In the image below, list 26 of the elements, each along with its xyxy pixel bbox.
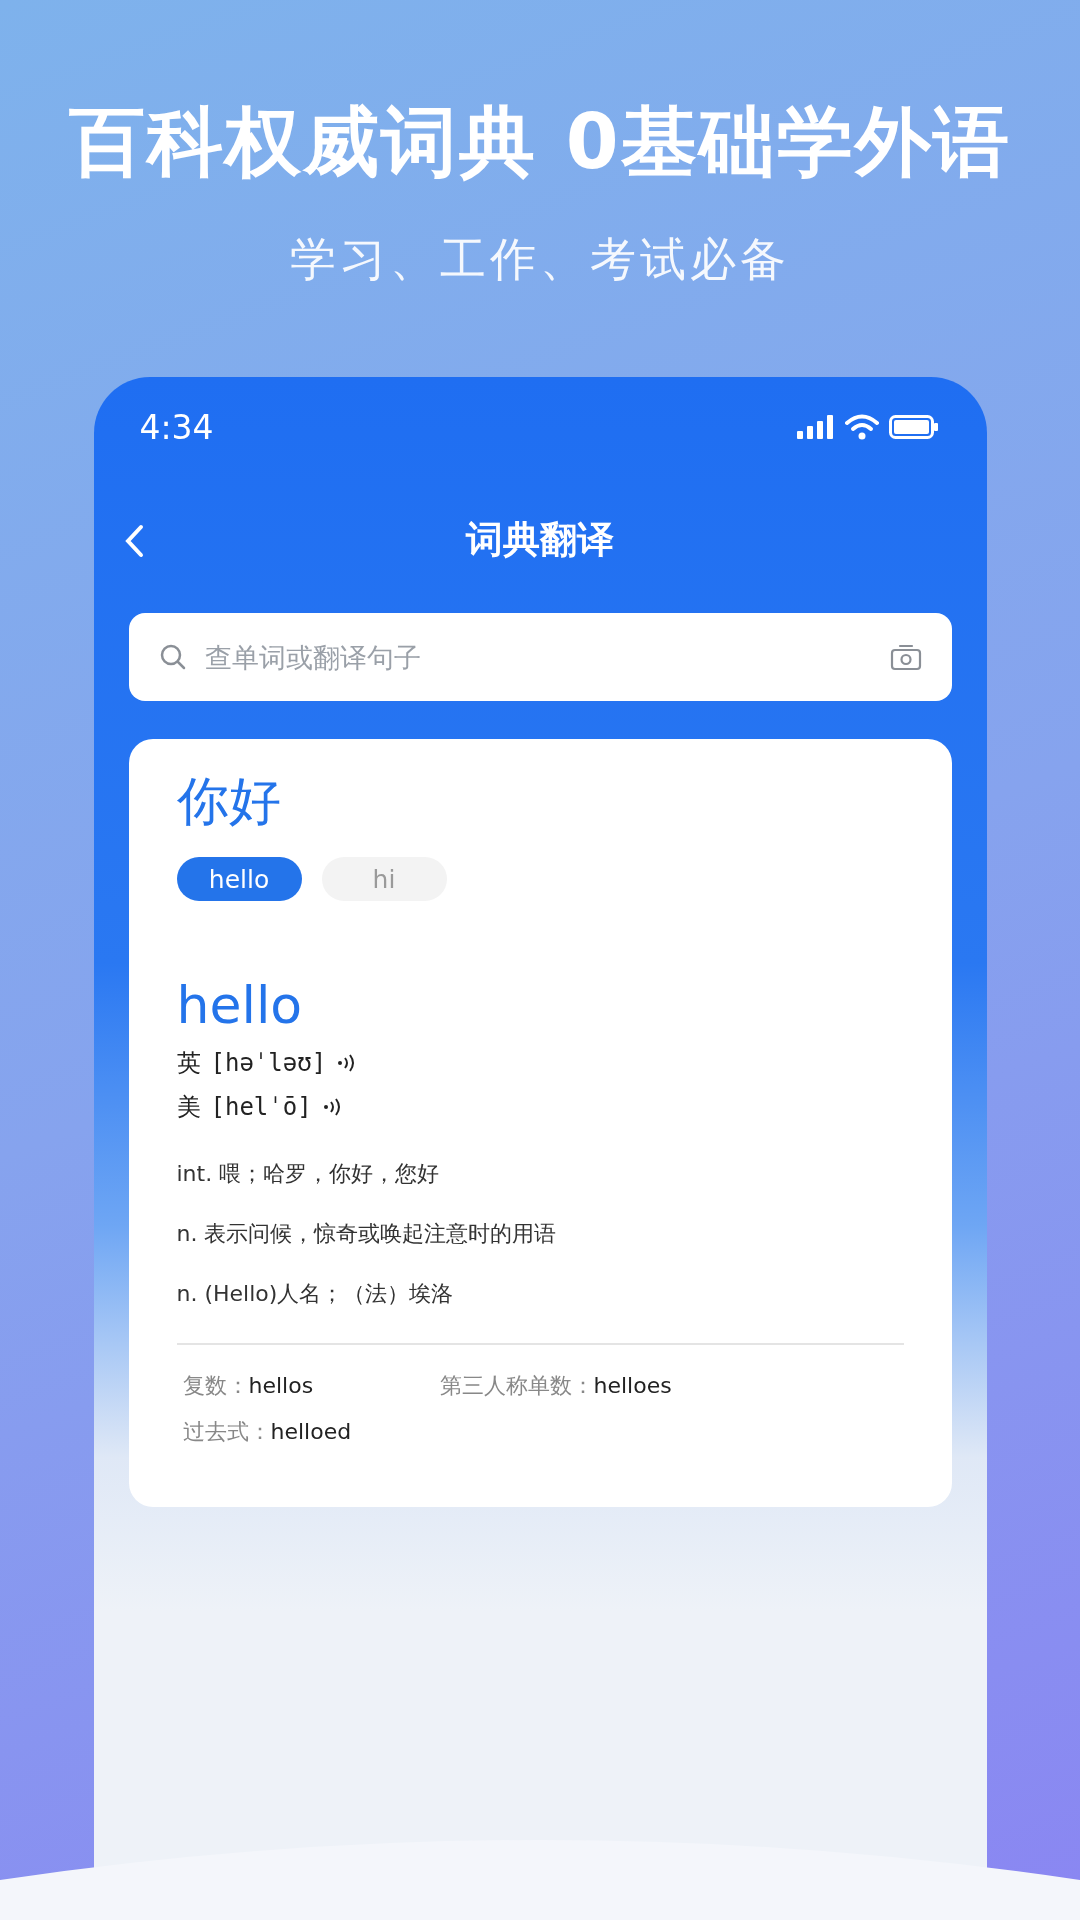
definition-text: n. (Hello)人名；（法）埃洛 (176, 1280, 455, 1308)
page-title: 词典翻译 (466, 517, 614, 563)
back-icon[interactable] (123, 524, 144, 558)
query-word: 你好 (176, 770, 282, 833)
definition-text: int. 喂；哈罗，你好，您好 (176, 1160, 441, 1188)
word-form: 复数：hellos (182, 1372, 315, 1400)
search-input[interactable]: 查单词或翻译句子 (202, 640, 874, 674)
phonetic-text: [həˈləʊ] (210, 1049, 327, 1077)
status-time: 4:34 (139, 407, 214, 447)
word-form: 第三人称单数：helloes (439, 1372, 673, 1400)
word-form: 过去式：helloed (182, 1418, 353, 1446)
phonetic-text: [helˈō] (210, 1093, 312, 1121)
camera-icon[interactable] (889, 643, 922, 671)
search-icon (158, 643, 187, 671)
pronunciation-region: 英 (176, 1048, 201, 1079)
translation-chip[interactable]: hi (321, 857, 447, 901)
headword: hello (176, 975, 304, 1035)
battery-icon (888, 415, 939, 439)
signal-icon (796, 415, 835, 439)
translation-chip[interactable]: hello (176, 857, 302, 901)
headline: 百科权威词典 0基础学外语 (69, 96, 1011, 188)
search-field[interactable]: 查单词或翻译句子 (128, 613, 952, 701)
definition-text: n. 表示问候，惊奇或唤起注意时的用语 (176, 1220, 558, 1248)
subheadline: 学习、工作、考试必备 (290, 231, 790, 288)
wifi-icon (844, 414, 879, 440)
pronunciation-region: 美 (176, 1092, 201, 1123)
